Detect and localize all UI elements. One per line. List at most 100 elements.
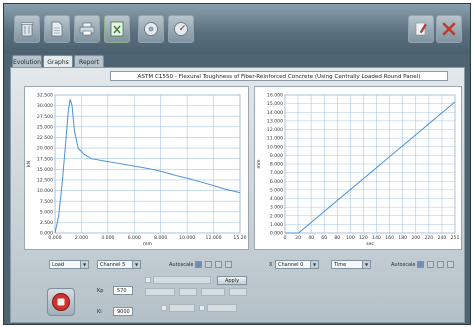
edit-button[interactable]	[408, 15, 434, 43]
trash-button[interactable]	[14, 15, 40, 43]
y-tick-label: 5.000	[270, 187, 283, 193]
gauge-icon	[174, 22, 188, 36]
plot-area	[54, 94, 241, 234]
y-tick-label: 7.500	[40, 199, 53, 205]
disabled-field-6	[169, 304, 195, 312]
x-tick-label: 100	[346, 235, 355, 241]
x-tick-label: 12.000	[206, 235, 222, 241]
x-tick-label: 8.000	[154, 235, 167, 241]
trash-icon	[20, 22, 34, 37]
y-tick-label: 3.000	[270, 205, 283, 211]
y-tick-label: 12.000	[267, 127, 283, 133]
x-tick-label: 40	[308, 235, 314, 241]
x-tick-label: 0	[284, 235, 287, 241]
option-checkbox-3[interactable]	[199, 305, 205, 311]
left-reset-icon[interactable]	[225, 261, 232, 268]
stop-icon	[52, 293, 70, 311]
y-tick-label: 2.000	[270, 213, 283, 219]
spreadsheet-icon	[110, 21, 124, 37]
kp-label: Kp	[97, 288, 104, 294]
ki-field[interactable]: 9000	[113, 307, 133, 316]
gauge-button[interactable]	[168, 15, 194, 43]
x-tick-label: 120	[359, 235, 368, 241]
right-pan-icon[interactable]	[437, 261, 444, 268]
x-axis-label: sec	[366, 242, 374, 247]
document-button[interactable]	[44, 15, 70, 43]
printer-icon	[79, 22, 95, 36]
y-tick-label: 7.000	[270, 170, 283, 176]
right-channel-select[interactable]: Channel 0 ▼	[275, 260, 319, 269]
print-button[interactable]	[74, 15, 100, 43]
disabled-field-7	[207, 304, 237, 312]
right-zoom-icon[interactable]	[427, 261, 434, 268]
x-tick-label: 20	[295, 235, 301, 241]
left-autoscale-label: Autoscale	[169, 262, 194, 268]
x-tick-label: 240	[438, 235, 447, 241]
x-tick-label: 251	[451, 235, 460, 241]
y-tick-label: 1.000	[270, 222, 283, 228]
x-tick-label: 6.000	[128, 235, 141, 241]
left-yaxis-select[interactable]: Load ▼	[49, 260, 89, 269]
left-zoom-icon[interactable]	[205, 261, 212, 268]
export-excel-button[interactable]	[104, 15, 130, 43]
control-panel: Kp 570 Ki 9000 Apply	[11, 273, 466, 323]
apply-button[interactable]: Apply	[217, 276, 247, 285]
x-tick-label: 4.000	[101, 235, 114, 241]
load-displacement-chart: 0.000 2.000 4.000 6.000 8.000 10.000 12.000 15.…	[24, 86, 249, 250]
x-axis-label: mm	[143, 242, 152, 247]
option-checkbox-1[interactable]	[145, 277, 151, 283]
y-tick-label: 17.500	[37, 156, 53, 162]
x-tick-label: 200	[411, 235, 420, 241]
y-tick-label: 4.000	[270, 196, 283, 202]
right-reset-icon[interactable]	[447, 261, 454, 268]
document-icon	[51, 21, 63, 37]
y-tick-label: 27.500	[37, 114, 53, 120]
disc-icon	[144, 22, 158, 36]
chart-controls-row: Load ▼ Channel 5 ▼ Autoscale X Channel 0 ▼ …	[11, 259, 466, 271]
disc-button[interactable]	[138, 15, 164, 43]
chevron-down-icon: ▼	[80, 261, 88, 268]
option-checkbox-2[interactable]	[161, 305, 167, 311]
x-tick-label: 220	[424, 235, 433, 241]
edit-icon	[415, 22, 427, 36]
chevron-down-icon: ▼	[362, 261, 370, 268]
y-tick-label: 8.000	[270, 162, 283, 168]
toolbar	[4, 4, 470, 54]
displacement-time-chart: 0 20 40 60 80 100 120 140 160 180 200 220 240 251 0.00…	[254, 86, 462, 250]
y-tick-label: 2.500	[40, 220, 53, 226]
y-axis-label: mm	[257, 159, 262, 168]
y-tick-label: 12.500	[37, 178, 53, 184]
y-tick-label: 16.000	[267, 93, 283, 99]
y-tick-label: 14.000	[267, 110, 283, 116]
stop-button[interactable]	[47, 288, 75, 316]
disabled-field-2	[145, 288, 175, 296]
app-window: Evolution Graphs Report ASTM C1550 - Fle…	[3, 3, 471, 325]
right-xaxis-select[interactable]: Time ▼	[331, 260, 371, 269]
test-title: ASTM C1550 - Flexural Toughness of Fiber…	[110, 71, 448, 81]
y-tick-label: 0.000	[40, 231, 53, 237]
kp-field[interactable]: 570	[113, 286, 133, 295]
ki-label: Ki	[97, 309, 102, 315]
right-x-label: X	[269, 262, 273, 268]
x-tick-label: 15.20	[233, 235, 246, 241]
displacement-time-plot: 0 20 40 60 80 100 120 140 160 180 200 220 240 251 0.00…	[257, 93, 460, 247]
chevron-down-icon: ▼	[310, 261, 318, 268]
x-tick-label: 10.000	[179, 235, 195, 241]
y-tick-label: 25.000	[37, 124, 53, 130]
right-autoscale-label: Autoscale	[391, 262, 416, 268]
x-tick-label: 80	[334, 235, 340, 241]
right-autoscale-toggle[interactable]	[417, 261, 424, 268]
left-pan-icon[interactable]	[215, 261, 222, 268]
close-button[interactable]	[436, 15, 462, 43]
y-tick-label: 5.000	[40, 209, 53, 215]
y-tick-label: 6.000	[270, 179, 283, 185]
close-icon	[442, 22, 456, 36]
load-displacement-plot: 0.000 2.000 4.000 6.000 8.000 10.000 12.000 15.…	[26, 93, 247, 247]
x-tick-label: 160	[385, 235, 394, 241]
left-autoscale-toggle[interactable]	[195, 261, 202, 268]
y-tick-label: 20.000	[37, 146, 53, 152]
y-tick-label: 10.000	[267, 144, 283, 150]
disabled-field-1	[153, 276, 211, 284]
y-tick-label: 15.000	[37, 167, 53, 173]
left-channel-select[interactable]: Channel 5 ▼	[97, 260, 141, 269]
